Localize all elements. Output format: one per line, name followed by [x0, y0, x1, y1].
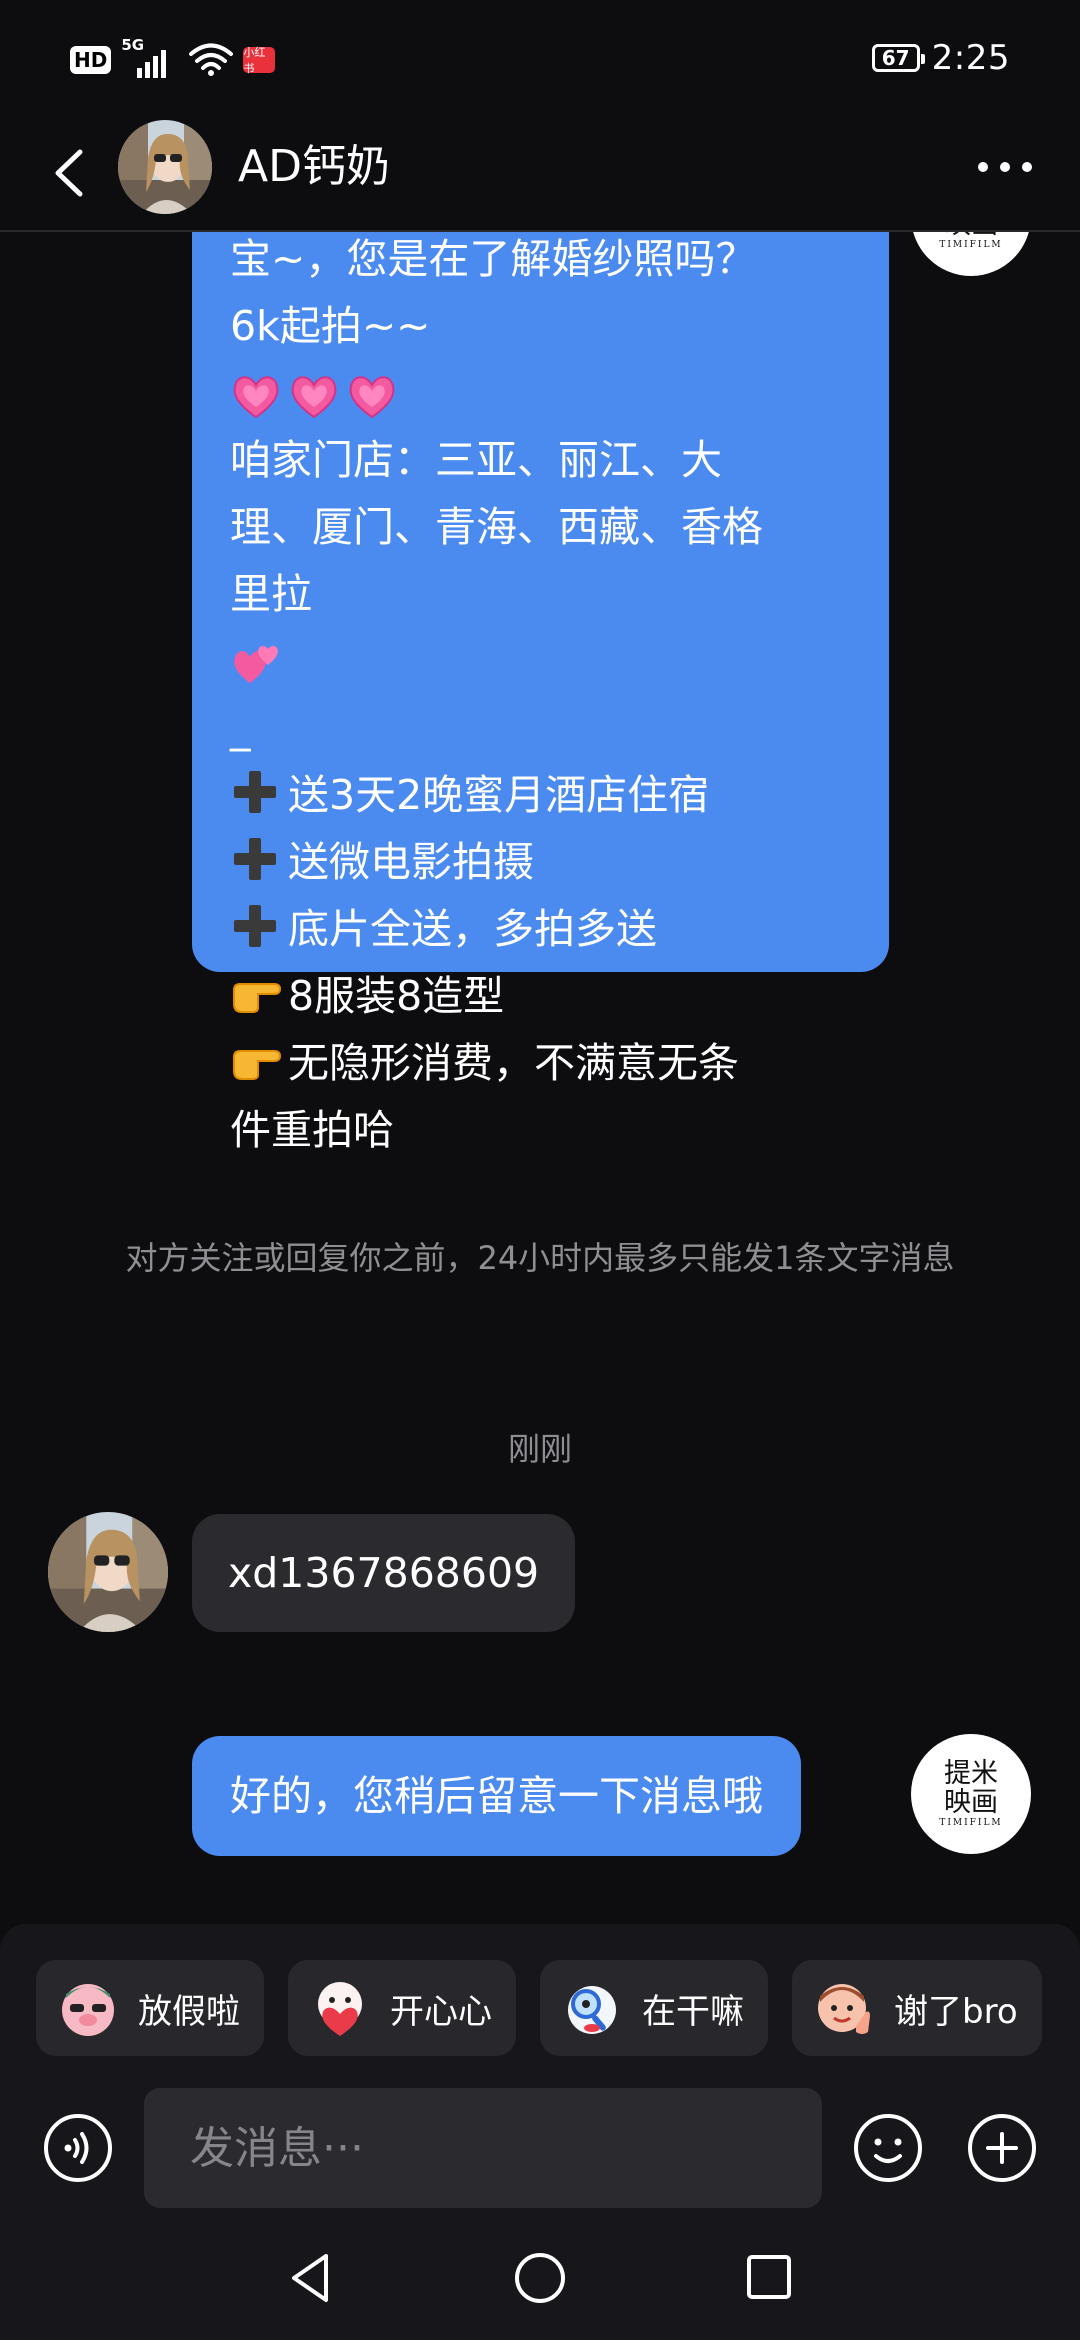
promo-line: 6k起拍~~	[230, 302, 431, 350]
promo-line-item: 无隐形消费，不满意无条	[230, 1030, 855, 1097]
two-hearts-emoji-icon	[234, 645, 278, 683]
plus-emoji-icon	[234, 905, 276, 947]
more-options-icon[interactable]	[978, 162, 1032, 172]
chat-screen: HD 5G 小红书 67 2:25 AD钙奶 宝~，您是在了解婚纱照吗？ 6k起…	[0, 0, 1080, 2340]
quick-reply-chip[interactable]: 谢了bro	[792, 1960, 1042, 2056]
nav-recents-icon[interactable]	[744, 2252, 794, 2302]
promo-line: 送微电影拍摄	[288, 838, 534, 886]
outgoing-message[interactable]: 好的，您稍后留意一下消息哦	[192, 1736, 801, 1856]
message-limit-notice: 对方关注或回复你之前，24小时内最多只能发1条文字消息	[125, 1239, 955, 1277]
pointing-hand-emoji-icon	[233, 1050, 282, 1080]
promo-line-item: 送微电影拍摄	[230, 829, 855, 896]
outgoing-message-promo[interactable]: 宝~，您是在了解婚纱照吗？ 6k起拍~~ 咱家门店：三亚、丽江、大 理、厦门、青…	[192, 232, 889, 1154]
battery-icon: 67	[871, 44, 925, 72]
hd-badge: HD	[70, 46, 112, 74]
promo-line: 理、厦门、青海、西藏、香格	[230, 503, 763, 551]
promo-line: 底片全送，多拍多送	[288, 905, 657, 953]
two-hearts-emoji-row	[230, 628, 855, 695]
magnifier-sticker-icon	[568, 1986, 616, 2034]
plus-emoji-icon	[234, 771, 276, 813]
promo-line: 无隐形消费，不满意无条	[288, 1039, 739, 1087]
heart-emoji-icon	[349, 376, 395, 419]
promo-line-item: 8服装8造型	[230, 963, 855, 1030]
nav-home-icon[interactable]	[512, 2250, 568, 2306]
composer-row	[0, 2088, 1080, 2208]
status-bar: HD 5G 小红书 67 2:25	[0, 0, 1080, 120]
voice-icon[interactable]	[42, 2112, 114, 2184]
promo-line: _	[230, 704, 251, 752]
message-list[interactable]: 宝~，您是在了解婚纱照吗？ 6k起拍~~ 咱家门店：三亚、丽江、大 理、厦门、青…	[0, 232, 1080, 1922]
quick-reply-label: 放假啦	[138, 1991, 240, 2032]
heart-emoji-icon	[233, 376, 279, 419]
self-avatar[interactable]: 提米 映画 TIMIFILM	[911, 232, 1031, 276]
back-chevron-icon[interactable]	[46, 138, 96, 208]
wifi-icon	[189, 43, 234, 76]
contact-avatar[interactable]	[48, 1512, 168, 1632]
system-nav-bar	[0, 2220, 1080, 2340]
message-input[interactable]	[144, 2088, 822, 2208]
contact-avatar[interactable]	[118, 120, 212, 214]
chat-header: AD钙奶	[0, 120, 1080, 232]
battery-level: 67	[881, 46, 910, 70]
quick-reply-chip[interactable]: 在干嘛	[540, 1960, 768, 2056]
incoming-message[interactable]: xd1367868609	[192, 1514, 576, 1632]
promo-line: 件重拍哈	[230, 1106, 394, 1154]
promo-line: 咱家门店：三亚、丽江、大	[230, 436, 722, 484]
status-time: 2:25	[931, 38, 1010, 78]
promo-line: 8服装8造型	[288, 972, 505, 1020]
plus-icon[interactable]	[966, 2112, 1038, 2184]
self-avatar[interactable]: 提米 映画 TIMIFILM	[911, 1734, 1031, 1854]
heart-sticker-icon	[318, 1982, 362, 2036]
thumb-sticker-icon	[818, 1984, 870, 2034]
timestamp: 刚刚	[507, 1430, 572, 1468]
nav-back-icon[interactable]	[286, 2250, 336, 2306]
quick-reply-bar: 放假啦 开心心 在干嘛 谢了bro	[36, 1960, 1042, 2056]
quick-reply-label: 谢了bro	[894, 1991, 1018, 2032]
cell-signal-icon: 5G	[121, 36, 179, 80]
quick-reply-chip[interactable]: 开心心	[288, 1960, 516, 2056]
hearts-emoji-row	[230, 360, 855, 427]
plus-emoji-icon	[234, 838, 276, 880]
promo-line: 里拉	[230, 570, 312, 618]
emoji-icon[interactable]	[852, 2112, 924, 2184]
quick-reply-chip[interactable]: 放假啦	[36, 1960, 264, 2056]
promo-line: 宝~，您是在了解婚纱照吗？	[230, 235, 757, 283]
heart-emoji-icon	[291, 376, 337, 419]
contact-name: AD钙奶	[238, 141, 390, 192]
promo-line-item: 送3天2晚蜜月酒店住宿	[230, 762, 855, 829]
quick-reply-label: 在干嘛	[642, 1991, 744, 2032]
pointing-hand-emoji-icon	[233, 983, 282, 1013]
quick-reply-label: 开心心	[390, 1991, 492, 2032]
xiaohongshu-notification-icon: 小红书	[243, 46, 276, 75]
promo-line-item: 底片全送，多拍多送	[230, 896, 855, 963]
promo-line: 送3天2晚蜜月酒店住宿	[288, 771, 710, 819]
pig-sticker-icon	[62, 1984, 114, 2036]
